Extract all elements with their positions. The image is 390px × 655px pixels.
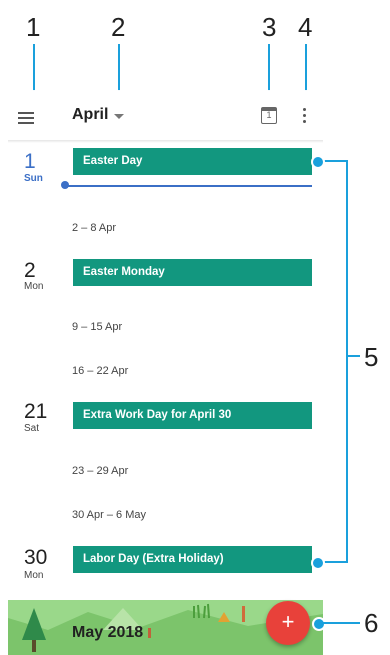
today-icon-number: 1 [266, 110, 272, 120]
event-easter-day[interactable]: Easter Day [73, 148, 312, 175]
day-weekday-2: Mon [24, 281, 44, 292]
add-event-button[interactable]: + [266, 601, 310, 645]
day-number-21: 21 [24, 400, 48, 423]
week-range: 23 – 29 Apr [72, 465, 129, 477]
callout-5-dot-top [311, 155, 325, 169]
day-number-30: 30 [24, 546, 48, 569]
toolbar-divider [8, 140, 323, 143]
week-range: 30 Apr – 6 May [72, 509, 146, 521]
callout-4: 4 [298, 12, 313, 42]
event-labor-day[interactable]: Labor Day (Extra Holiday) [73, 546, 312, 573]
callout-3-line [268, 44, 270, 94]
callout-6-line [322, 622, 360, 624]
day-number-2: 2 [24, 259, 36, 282]
callout-1: 1 [26, 12, 41, 42]
callout-5-leader [346, 355, 360, 357]
current-time-dot [61, 181, 69, 189]
more-vert-icon[interactable] [303, 108, 307, 124]
callout-6-dot [312, 617, 326, 631]
callout-4-line [305, 44, 307, 94]
callout-1-line [33, 44, 35, 94]
event-easter-monday[interactable]: Easter Monday [73, 259, 312, 286]
event-extra-work-day[interactable]: Extra Work Day for April 30 [73, 402, 312, 429]
calendar-today-icon[interactable]: 1 [261, 107, 277, 124]
dropdown-caret-icon[interactable] [114, 114, 124, 119]
banner-month-label: May 2018 [72, 624, 144, 641]
week-range: 2 – 8 Apr [72, 222, 117, 234]
hamburger-menu-icon[interactable] [18, 112, 34, 124]
day-number-1: 1 [24, 150, 36, 173]
current-time-line [66, 185, 312, 187]
callout-5: 5 [364, 342, 379, 372]
callout-5-bracket [346, 160, 348, 563]
day-weekday-21: Sat [24, 423, 40, 434]
week-range: 9 – 15 Apr [72, 321, 123, 333]
callout-3: 3 [262, 12, 277, 42]
add-icon: + [281, 609, 295, 634]
callout-2-line [118, 44, 120, 94]
callout-2: 2 [111, 12, 126, 42]
callout-6: 6 [364, 608, 379, 638]
day-weekday-30: Mon [24, 570, 44, 581]
callout-5-dot-bottom [311, 556, 325, 570]
month-selector[interactable]: April [72, 106, 108, 124]
week-range: 16 – 22 Apr [72, 365, 129, 377]
day-weekday-1: Sun [24, 173, 43, 184]
